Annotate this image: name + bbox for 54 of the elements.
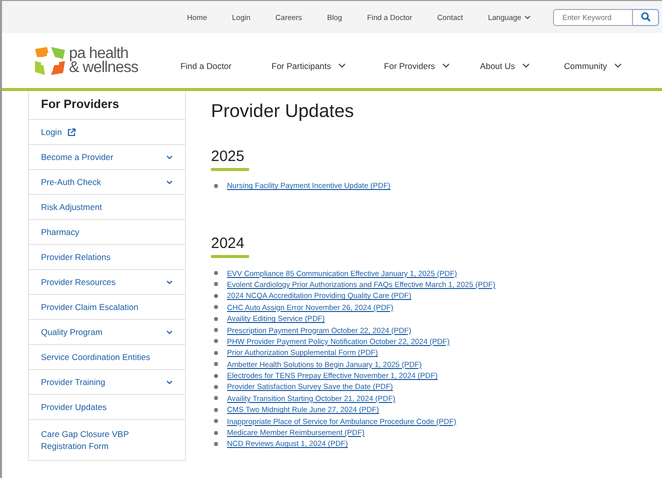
logo-icon — [33, 44, 67, 76]
bullet-icon — [214, 419, 218, 424]
year-heading: 2025 — [211, 148, 246, 165]
bullet-icon — [214, 374, 218, 378]
sidebar-item[interactable]: Risk Adjustment — [29, 195, 185, 220]
bullet-icon — [214, 339, 218, 344]
main-nav-link[interactable]: For Participants — [272, 60, 346, 70]
sidebar-item[interactable]: Pharmacy — [29, 220, 185, 245]
year-heading: 2024 — [211, 235, 246, 252]
bullet-icon — [214, 328, 218, 332]
chevron-down-icon — [166, 380, 173, 384]
sidebar-item[interactable]: Pre-Auth Check — [29, 170, 185, 195]
bullet-icon — [214, 350, 218, 355]
chevron-down-icon — [614, 63, 622, 68]
bullet-icon — [214, 305, 218, 310]
sidebar-item[interactable]: Quality Program — [29, 320, 185, 345]
bullet-icon — [214, 442, 218, 446]
search-icon — [640, 12, 651, 22]
main-nav-link[interactable]: Community — [564, 60, 622, 70]
sidebar-title: For Providers — [29, 91, 185, 120]
logo-text: pa health & wellness — [69, 46, 138, 74]
bullet-icon — [214, 408, 218, 412]
bullet-icon — [214, 294, 218, 298]
chevron-down-icon — [166, 180, 173, 184]
bullet-icon — [214, 271, 218, 276]
chevron-down-icon — [338, 63, 346, 68]
sidebar-item[interactable]: Provider Updates — [29, 395, 185, 420]
bullet-icon — [214, 362, 218, 366]
main-nav-link[interactable]: About Us — [480, 60, 530, 70]
bullet-icon — [214, 384, 218, 389]
chevron-down-icon — [442, 63, 450, 68]
external-link-icon — [66, 128, 76, 136]
chevron-down-icon — [522, 63, 530, 68]
bullet-icon — [214, 184, 218, 188]
chevron-down-icon — [166, 154, 173, 160]
sidebar-item[interactable]: Provider Relations — [29, 245, 185, 270]
bullet-icon — [214, 396, 218, 400]
bullet-icon — [214, 316, 218, 321]
sidebar-item[interactable]: Become a Provider — [29, 145, 185, 170]
sidebar-item[interactable]: Provider Resources — [29, 270, 185, 295]
sidebar-item[interactable]: Provider Training — [29, 370, 185, 395]
bullet-icon — [214, 430, 218, 435]
chevron-down-icon — [166, 280, 173, 284]
main-nav-link[interactable]: Find a Doctor — [180, 60, 232, 70]
main-nav-link[interactable]: For Providers — [384, 60, 450, 70]
chevron-down-icon — [524, 14, 532, 20]
bullet-icon — [214, 282, 218, 286]
search-button[interactable] — [633, 8, 660, 26]
page-title: Provider Updates — [211, 100, 355, 122]
sidebar-item[interactable]: Care Gap Closure VBP Registration Form — [29, 420, 185, 460]
sidebar-item[interactable]: Provider Claim Escalation — [29, 295, 185, 320]
sidebar-item[interactable]: Service Coordination Entities — [29, 345, 185, 370]
chevron-down-icon — [166, 330, 173, 334]
sidebar-item[interactable]: Login — [29, 120, 185, 145]
